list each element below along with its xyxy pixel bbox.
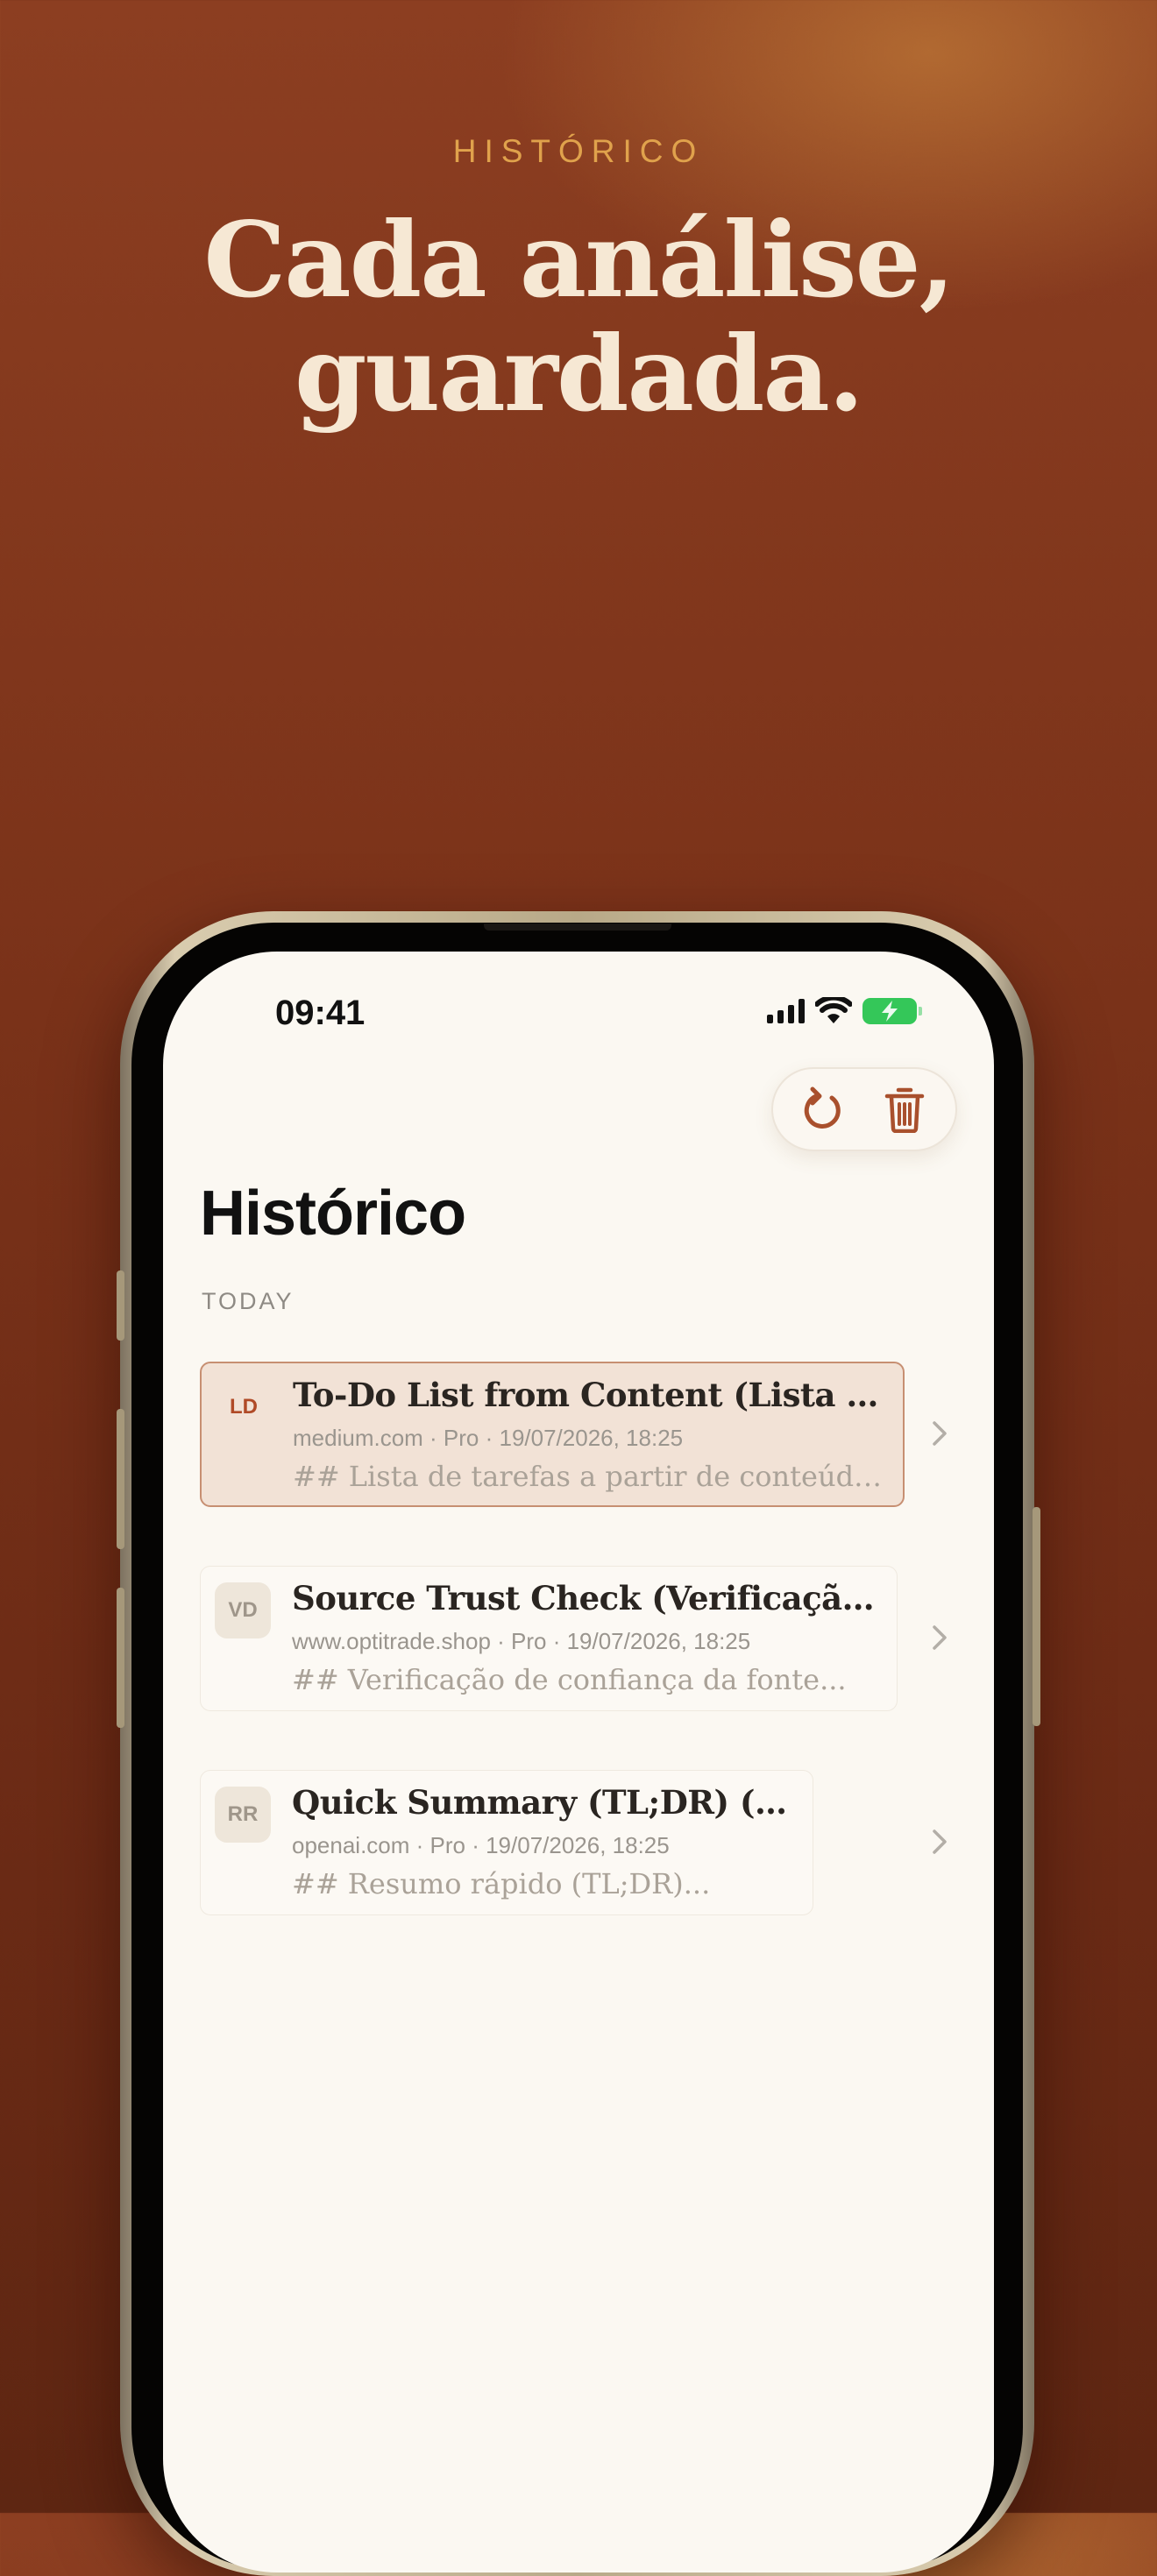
delete-button[interactable] [874, 1079, 935, 1140]
history-item-preview: ## Verificação de confiança da fonte... [292, 1663, 847, 1696]
hero-headline-line-2: guardada. [295, 313, 864, 435]
history-item-meta: openai.com · Pro · 19/07/2026, 18:25 [292, 1832, 670, 1858]
phone-speaker [484, 924, 671, 931]
phone-action-button [117, 1270, 124, 1341]
source-avatar: LD [230, 1395, 258, 1419]
refresh-button[interactable] [793, 1079, 855, 1140]
section-label-today: TODAY [202, 1288, 295, 1314]
history-item-card: RR Quick Summary (TL;DR) (TL;DR) openai.… [200, 1770, 813, 1915]
hero-headline: Cada análise, guardada. [0, 203, 1157, 431]
history-item-preview: ## Resumo rápido (TL;DR)... [292, 1867, 711, 1900]
wifi-icon [815, 997, 852, 1023]
chevron-right-icon [922, 1824, 957, 1859]
source-avatar: VD [215, 1582, 271, 1638]
chevron-right-icon [922, 1620, 957, 1655]
status-icons [767, 997, 922, 1025]
phone-power-button [1033, 1507, 1040, 1726]
history-item[interactable]: RR Quick Summary (TL;DR) (TL;DR) openai.… [200, 1770, 957, 1919]
history-item-title: Quick Summary (TL;DR) (TL;DR) [292, 1783, 799, 1822]
phone-volume-up-button [117, 1409, 124, 1549]
battery-charging-icon [862, 998, 922, 1024]
history-item[interactable]: LD To-Do List from Content (Lista de tar… [200, 1362, 957, 1511]
hero-headline-line-1: Cada análise, [203, 199, 955, 321]
history-item-title: To-Do List from Content (Lista de tarefa… [293, 1376, 889, 1414]
trash-icon [884, 1087, 925, 1133]
history-item[interactable]: VD Source Trust Check (Verificação de co… [200, 1566, 957, 1715]
refresh-icon [804, 1086, 841, 1129]
history-item-preview: ## Lista de tarefas a partir de conteúdo… [293, 1460, 889, 1493]
history-item-card: LD To-Do List from Content (Lista de tar… [200, 1362, 905, 1507]
phone-volume-down-button [117, 1588, 124, 1728]
source-avatar: RR [215, 1787, 271, 1843]
chevron-right-icon [922, 1416, 957, 1451]
history-item-meta: www.optitrade.shop · Pro · 19/07/2026, 1… [292, 1628, 751, 1654]
phone-screen: 09:41 Histórico TODAY LD To-Do List from… [163, 952, 994, 2572]
history-item-card: VD Source Trust Check (Verificação de co… [200, 1566, 898, 1711]
page-title: Histórico [200, 1178, 466, 1249]
history-item-title: Source Trust Check (Verificação de confi… [292, 1579, 883, 1617]
status-time: 09:41 [275, 994, 366, 1032]
history-item-meta: medium.com · Pro · 19/07/2026, 18:25 [293, 1425, 684, 1451]
hero-eyebrow: HISTÓRICO [452, 133, 705, 169]
toolbar-actions [771, 1067, 957, 1151]
cellular-signal-icon [767, 999, 805, 1023]
